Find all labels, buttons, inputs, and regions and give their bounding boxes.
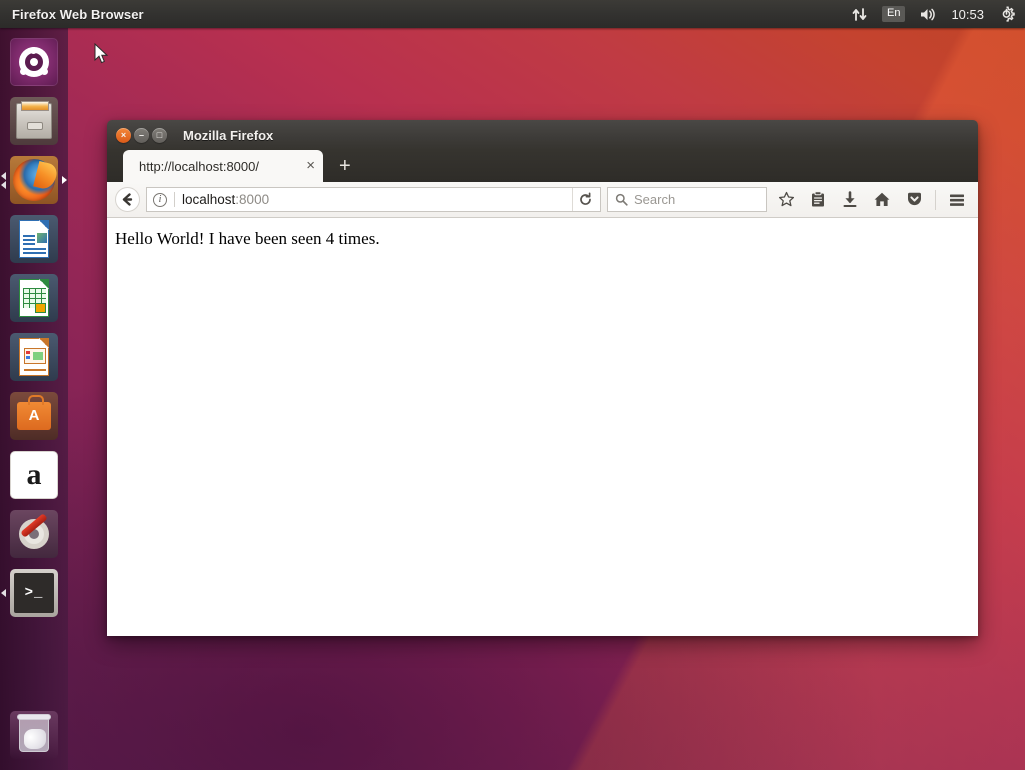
new-tab-button[interactable]: + [339,156,351,176]
top-panel: Firefox Web Browser En 10:53 [0,0,1025,28]
window-close-button[interactable]: × [116,127,131,143]
launcher-item-libreoffice-writer[interactable] [0,209,68,268]
amazon-letter: a [26,457,42,491]
reload-button[interactable] [572,188,598,211]
system-settings-icon [10,509,58,558]
url-separator [174,192,175,207]
network-transfer-icon[interactable] [852,7,868,22]
terminal-prompt-glyph: >_ [14,572,54,613]
tab-label: http://localhost:8000/ [139,158,259,174]
panel-app-title[interactable]: Firefox Web Browser [12,7,144,22]
search-bar[interactable]: Search [607,187,767,212]
launcher-item-ubuntu-dash[interactable] [0,32,68,91]
url-port: :8000 [235,192,270,207]
amazon-icon: a [10,450,58,499]
mouse-cursor [94,42,109,70]
back-button[interactable] [115,187,140,212]
libreoffice-impress-icon [10,332,58,381]
launcher-item-trash[interactable] [0,705,68,764]
unity-launcher: A a >_ [0,28,68,770]
software-bag-letter: A [17,394,51,430]
bookmark-star-icon[interactable] [773,187,799,213]
launcher-item-amazon[interactable]: a [0,445,68,504]
launcher-item-terminal[interactable]: >_ [0,563,68,622]
ubuntu-software-icon: A [10,391,58,440]
downloads-icon[interactable] [837,187,863,213]
search-icon [615,193,628,206]
launcher-item-files[interactable] [0,91,68,150]
navigation-toolbar: i localhost:8000 Search [107,182,978,218]
libreoffice-calc-icon [10,273,58,322]
tab-strip: http://localhost:8000/ × + [107,150,978,182]
ubuntu-dash-icon [10,37,58,86]
libreoffice-writer-icon [10,214,58,263]
clock[interactable]: 10:53 [951,7,984,22]
window-title: Mozilla Firefox [183,127,274,143]
library-icon[interactable] [805,187,831,213]
pocket-icon[interactable] [901,187,927,213]
identity-info-icon[interactable]: i [153,192,167,207]
launcher-item-system-settings[interactable] [0,504,68,563]
close-icon: × [120,129,127,140]
session-gear-icon[interactable] [998,5,1015,23]
files-icon [10,96,58,145]
search-placeholder: Search [634,192,676,207]
terminal-icon: >_ [10,568,58,617]
home-icon[interactable] [869,187,895,213]
launcher-item-libreoffice-calc[interactable] [0,268,68,327]
tab-active[interactable]: http://localhost:8000/ × [123,150,323,182]
trash-icon [10,710,58,759]
window-titlebar[interactable]: × – □ Mozilla Firefox [107,120,978,150]
url-text: localhost:8000 [182,192,572,207]
launcher-item-libreoffice-impress[interactable] [0,327,68,386]
ubuntu-logo-glyph [19,46,49,77]
url-bar[interactable]: i localhost:8000 [146,187,601,212]
firefox-window: × – □ Mozilla Firefox http://localhost:8… [107,120,978,636]
window-maximize-button[interactable]: □ [152,127,167,143]
window-minimize-button[interactable]: – [134,127,149,143]
menu-hamburger-icon[interactable] [944,187,970,213]
keyboard-layout-indicator[interactable]: En [881,6,906,22]
page-body-text: Hello World! I have been seen 4 times. [115,229,380,248]
volume-speaker-icon[interactable] [919,7,937,22]
url-host: localhost [182,192,236,207]
minimize-icon: – [138,129,144,140]
tab-close-icon[interactable]: × [306,158,315,173]
maximize-icon: □ [156,129,163,140]
desktop: Firefox Web Browser En 10:53 A a >_ × – … [0,0,1025,770]
page-content: Hello World! I have been seen 4 times. [107,218,978,636]
launcher-item-ubuntu-software[interactable]: A [0,386,68,445]
panel-indicators: En 10:53 [852,5,1025,23]
toolbar-divider [935,189,936,210]
reload-icon [580,192,591,205]
firefox-icon [10,155,58,204]
back-arrow-icon [122,193,133,206]
launcher-item-firefox[interactable] [0,150,68,209]
